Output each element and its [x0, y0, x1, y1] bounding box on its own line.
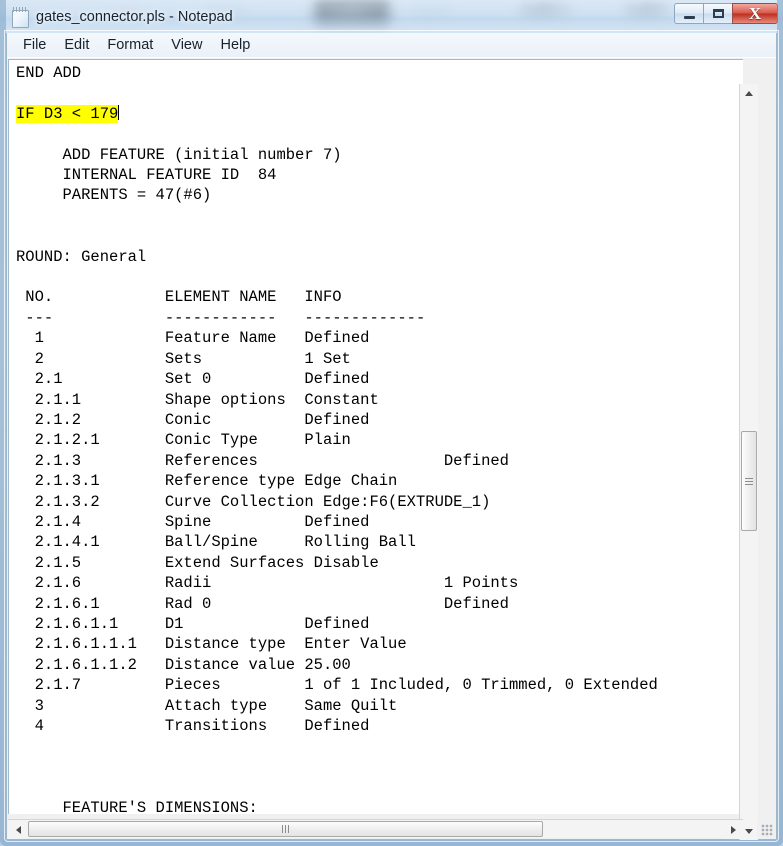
editor-line: 2.1.6.1.1.2 Distance value 25.00 — [16, 655, 351, 674]
editor-line: 2.1.6.1.1 D1 Defined — [16, 614, 370, 633]
caption-button-group: X — [674, 3, 778, 24]
minimize-icon — [683, 15, 695, 19]
close-icon: X — [748, 4, 762, 23]
editor-line: --- ------------ ------------- — [16, 308, 426, 327]
notepad-icon-page — [12, 10, 29, 28]
editor-line: 2.1.2.1 Conic Type Plain — [16, 431, 351, 450]
chevron-up-icon — [745, 90, 753, 96]
chevron-down-icon — [745, 828, 753, 834]
editor-line: 2 Sets 1 Set — [16, 349, 351, 368]
scroll-left-button[interactable] — [9, 821, 27, 839]
notepad-window: gates_connector.pls - Notepad X File Edi… — [0, 0, 783, 846]
editor-line: 2.1.3.2 Curve Collection Edge:F6(EXTRUDE… — [16, 492, 491, 511]
text-caret — [118, 104, 120, 120]
editor-line: ROUND: General — [16, 247, 147, 266]
editor-line: INTERNAL FEATURE ID 84 — [16, 166, 277, 185]
menu-bar: File Edit Format View Help — [7, 33, 776, 58]
maximize-button[interactable] — [703, 3, 732, 24]
editor-line: 2.1.4 Spine Defined — [16, 512, 370, 531]
highlighted-text: IF D3 < 179 — [16, 104, 119, 123]
editor-line: ADD FEATURE (initial number 7) — [16, 145, 342, 164]
editor-line: END ADD — [16, 64, 82, 82]
scrollbar-grip-icon — [282, 825, 289, 833]
maximize-icon — [712, 9, 724, 18]
editor-line: NO. ELEMENT NAME INFO — [16, 288, 342, 307]
editor-line: 3 Attach type Same Quilt — [16, 696, 398, 715]
text-editor[interactable]: END ADD IF D3 < 179 ADD FEATURE (initial… — [8, 59, 743, 814]
chevron-left-icon — [15, 826, 21, 834]
notepad-icon-spiral — [13, 7, 27, 12]
menu-format[interactable]: Format — [98, 35, 162, 56]
scrollbar-grip-icon — [745, 477, 753, 485]
editor-line: 2.1.6.1.1.1 Distance type Enter Value — [16, 635, 407, 654]
horizontal-scrollbar-thumb[interactable] — [28, 821, 543, 837]
close-button[interactable]: X — [732, 3, 778, 24]
editor-line: 2.1.7 Pieces 1 of 1 Included, 0 Trimmed,… — [16, 676, 658, 695]
editor-text-content: END ADD IF D3 < 179 ADD FEATURE (initial… — [16, 63, 658, 814]
scroll-right-button[interactable] — [724, 821, 742, 839]
editor-line: 2.1.4.1 Ball/Spine Rolling Ball — [16, 533, 416, 552]
editor-line: 2.1.2 Conic Defined — [16, 410, 370, 429]
editor-line: IF D3 < 179 — [16, 104, 658, 124]
notepad-icon[interactable] — [12, 7, 29, 28]
editor-line: 2.1.6 Radii 1 Points — [16, 574, 519, 593]
editor-region: END ADD IF D3 < 179 ADD FEATURE (initial… — [7, 58, 776, 840]
editor-line: 2.1.6.1 Rad 0 Defined — [16, 594, 509, 613]
resize-grip-icon — [761, 824, 773, 836]
editor-line: 2.1.3.1 Reference type Edge Chain — [16, 472, 398, 491]
scroll-up-button[interactable] — [740, 84, 758, 102]
minimize-button[interactable] — [674, 3, 703, 24]
editor-line: PARENTS = 47(#6) — [16, 186, 212, 205]
menu-edit[interactable]: Edit — [55, 35, 98, 56]
vertical-scrollbar[interactable] — [739, 84, 758, 840]
editor-line: 2.1.3 References Defined — [16, 451, 509, 470]
editor-line: FEATURE'S DIMENSIONS: — [16, 798, 258, 814]
editor-line: 2.1.5 Extend Surfaces Disable — [16, 553, 379, 572]
chevron-right-icon — [730, 826, 736, 834]
editor-line: 1 Feature Name Defined — [16, 329, 370, 348]
vertical-scrollbar-thumb[interactable] — [741, 431, 757, 531]
editor-line: 4 Transitions Defined — [16, 717, 370, 735]
resize-grip[interactable] — [757, 820, 775, 838]
editor-line: 2.1 Set 0 Defined — [16, 370, 370, 389]
editor-line: 2.1.1 Shape options Constant — [16, 390, 379, 409]
window-client-area: File Edit Format View Help END ADD IF D3… — [6, 33, 777, 840]
menu-view[interactable]: View — [162, 35, 211, 56]
horizontal-scrollbar[interactable] — [8, 819, 743, 839]
window-title: gates_connector.pls - Notepad — [36, 8, 233, 25]
menu-file[interactable]: File — [14, 35, 55, 56]
titlebar[interactable]: gates_connector.pls - Notepad X — [0, 0, 783, 33]
menu-help[interactable]: Help — [211, 35, 259, 56]
